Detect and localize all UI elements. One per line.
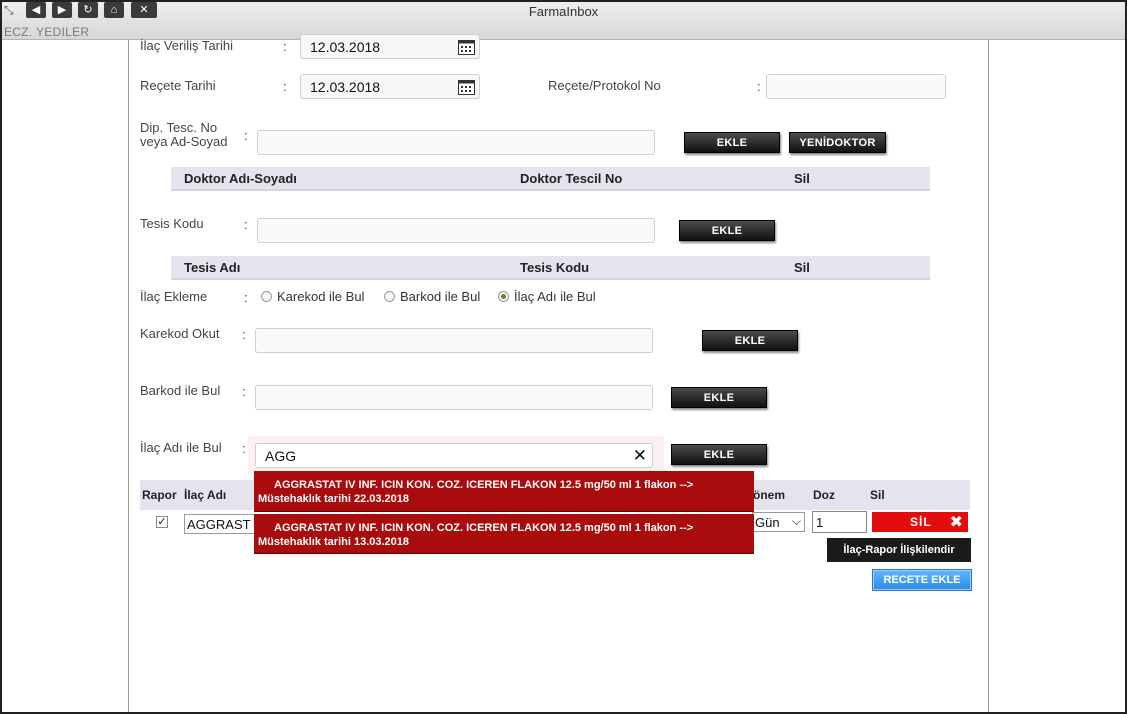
donem-value: Gün xyxy=(755,515,780,530)
autocomplete-item[interactable]: AGGRASTAT IV INF. ICIN KON. COZ. ICEREN … xyxy=(254,471,754,512)
date-value: 12.03.2018 xyxy=(310,39,381,55)
ilac-verilis-date-field[interactable]: 12.03.2018 xyxy=(300,34,480,59)
recete-ekle-button[interactable]: RECETE EKLE xyxy=(873,570,971,590)
col-ilac-adi: İlaç Adı xyxy=(184,488,227,502)
doktor-label: Dip. Tesc. No veya Ad-Soyad xyxy=(140,121,227,149)
col-tesis-kodu: Tesis Kodu xyxy=(520,260,590,275)
window-title: FarmaInbox xyxy=(528,4,599,19)
barkod-input[interactable] xyxy=(255,385,653,410)
ilac-rapor-iliskilendir-button[interactable]: İlaç-Rapor İlişkilendir xyxy=(827,538,971,562)
doktor-label-line2: veya Ad-Soyad xyxy=(140,134,228,149)
karekod-label: Karekod Okut xyxy=(140,326,220,341)
col-sil: Sil xyxy=(794,171,810,186)
protokol-label: Reçete/Protokol No xyxy=(548,78,661,93)
title-bar: ⤡ ◀ ▶ ↻ ⌂ ✕ FarmaInbox ECZ. YEDILER xyxy=(0,0,1127,40)
colon: : xyxy=(242,327,246,342)
colon: : xyxy=(244,217,248,232)
calendar-icon[interactable] xyxy=(458,79,475,95)
radio-label: Barkod ile Bul xyxy=(400,289,481,304)
ilac-adi-ekle-button[interactable]: EKLE xyxy=(671,444,767,465)
tesis-input[interactable] xyxy=(257,218,655,243)
chevron-down-icon: ⌵ xyxy=(791,514,801,528)
col-sil: Sil xyxy=(794,260,810,275)
sil-button[interactable]: SİL ✖ xyxy=(872,512,968,532)
ilac-adi-label: İlaç Adı ile Bul xyxy=(140,440,222,455)
radio-ilac-adi[interactable]: İlaç Adı ile Bul xyxy=(498,289,596,304)
autocomplete-line2: Müstehaklık tarihi 13.03.2018 xyxy=(258,536,410,548)
autocomplete-line2: Müstehaklık tarihi 22.03.2018 xyxy=(258,493,410,505)
close-x-icon: ✖ xyxy=(949,514,964,531)
user-name: ECZ. YEDILER xyxy=(4,25,90,39)
radio-icon[interactable] xyxy=(384,291,395,302)
colon: : xyxy=(283,79,287,94)
radio-selected-icon[interactable] xyxy=(498,291,509,302)
colon: : xyxy=(757,79,761,94)
date-value: 12.03.2018 xyxy=(310,79,381,95)
autocomplete-line1: AGGRASTAT IV INF. ICIN KON. COZ. ICEREN … xyxy=(274,479,694,491)
sil-label: SİL xyxy=(910,515,932,529)
colon: : xyxy=(244,128,248,143)
autocomplete-item[interactable]: AGGRASTAT IV INF. ICIN KON. COZ. ICEREN … xyxy=(254,514,754,554)
col-rapor: Rapor xyxy=(142,488,177,502)
yeni-doktor-button[interactable]: YENİDOKTOR xyxy=(789,132,886,153)
ilac-adi-value: AGG xyxy=(265,448,297,464)
calendar-icon[interactable] xyxy=(458,39,475,55)
karekod-ekle-button[interactable]: EKLE xyxy=(702,330,798,351)
radio-barkod[interactable]: Barkod ile Bul xyxy=(384,289,480,304)
colon: : xyxy=(242,384,246,399)
col-tesis-adi: Tesis Adı xyxy=(184,260,241,275)
doktor-ekle-button[interactable]: EKLE xyxy=(684,132,780,153)
clear-icon[interactable]: ✕ xyxy=(633,446,647,466)
ilac-verilis-label: İlaç Veriliş Tarihi xyxy=(140,38,233,53)
ilac-ekleme-label: İlaç Ekleme xyxy=(140,289,208,304)
autocomplete-line1: AGGRASTAT IV INF. ICIN KON. COZ. ICEREN … xyxy=(274,522,694,534)
radio-label: İlaç Adı ile Bul xyxy=(514,289,596,304)
col-doz: Doz xyxy=(813,488,835,502)
tesis-table-header: Tesis Adı Tesis Kodu Sil xyxy=(171,256,930,280)
karekod-input[interactable] xyxy=(255,328,653,353)
col-doktor-tescil: Doktor Tescil No xyxy=(520,171,623,186)
col-donem: önem xyxy=(753,488,786,502)
doktor-label-line1: Dip. Tesc. No xyxy=(140,120,218,135)
doz-input[interactable]: 1 xyxy=(812,511,867,533)
recete-tarihi-date-field[interactable]: 12.03.2018 xyxy=(300,74,480,99)
colon: : xyxy=(242,441,246,456)
ilac-adi-cell[interactable]: AGGRAST xyxy=(184,514,264,534)
radio-karekod[interactable]: Karekod ile Bul xyxy=(261,289,364,304)
protokol-no-input[interactable] xyxy=(766,74,946,99)
rapor-checkbox[interactable]: ✓ xyxy=(156,516,168,528)
radio-icon[interactable] xyxy=(261,291,272,302)
col-doktor-adi: Doktor Adı-Soyadı xyxy=(184,171,297,186)
radio-label: Karekod ile Bul xyxy=(277,289,365,304)
colon: : xyxy=(283,39,287,54)
colon: : xyxy=(244,290,248,305)
donem-select[interactable]: Gün ⌵ xyxy=(752,512,805,532)
col-sil: Sil xyxy=(870,488,885,502)
ilac-adi-input[interactable]: AGG ✕ xyxy=(255,443,653,468)
recete-tarihi-label: Reçete Tarihi xyxy=(140,78,216,93)
tesis-label: Tesis Kodu xyxy=(140,216,204,231)
doktor-input[interactable] xyxy=(257,130,655,155)
barkod-label: Barkod ile Bul xyxy=(140,383,221,398)
barkod-ekle-button[interactable]: EKLE xyxy=(671,387,767,408)
doktor-table-header: Doktor Adı-Soyadı Doktor Tescil No Sil xyxy=(171,167,930,191)
tesis-ekle-button[interactable]: EKLE xyxy=(679,220,775,241)
